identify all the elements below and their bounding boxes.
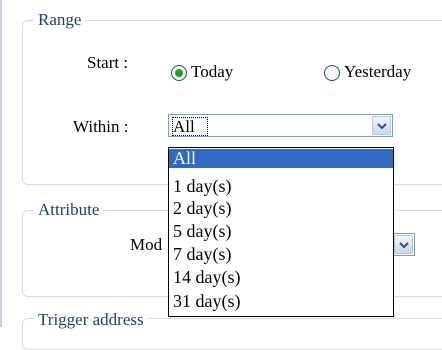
chevron-down-icon <box>399 242 409 249</box>
start-label: Start : <box>87 53 129 72</box>
chevron-down-icon <box>377 123 387 130</box>
within-option[interactable]: 31 day(s) <box>169 292 393 311</box>
within-option[interactable]: 1 day(s) <box>169 177 393 196</box>
within-dropdown-list[interactable]: All 1 day(s) 2 day(s) 5 day(s) 7 day(s) … <box>168 147 394 317</box>
within-option[interactable]: 5 day(s) <box>169 222 393 241</box>
focus-rect <box>172 117 208 136</box>
within-option[interactable]: 2 day(s) <box>169 199 393 218</box>
radio-today[interactable] <box>171 65 187 81</box>
trigger-group-title: Trigger address <box>34 310 148 330</box>
mode-dropdown-button[interactable] <box>394 235 413 254</box>
within-dropdown-button[interactable] <box>372 116 391 135</box>
within-select[interactable]: All <box>168 114 393 137</box>
settings-panel: Range Start : Today Yesterday Within : A… <box>0 0 442 350</box>
mode-label: Mod <box>130 235 163 254</box>
attribute-group-title: Attribute <box>34 200 104 220</box>
panel-left-border <box>0 0 2 327</box>
within-option[interactable]: 14 day(s) <box>169 268 393 287</box>
range-group-title: Range <box>34 10 86 30</box>
radio-today-label[interactable]: Today <box>191 62 233 82</box>
within-option[interactable]: 7 day(s) <box>169 245 393 264</box>
radio-yesterday[interactable] <box>324 65 340 81</box>
within-option[interactable]: All <box>169 149 393 168</box>
radio-yesterday-label[interactable]: Yesterday <box>344 62 411 82</box>
within-label: Within : <box>73 117 129 136</box>
